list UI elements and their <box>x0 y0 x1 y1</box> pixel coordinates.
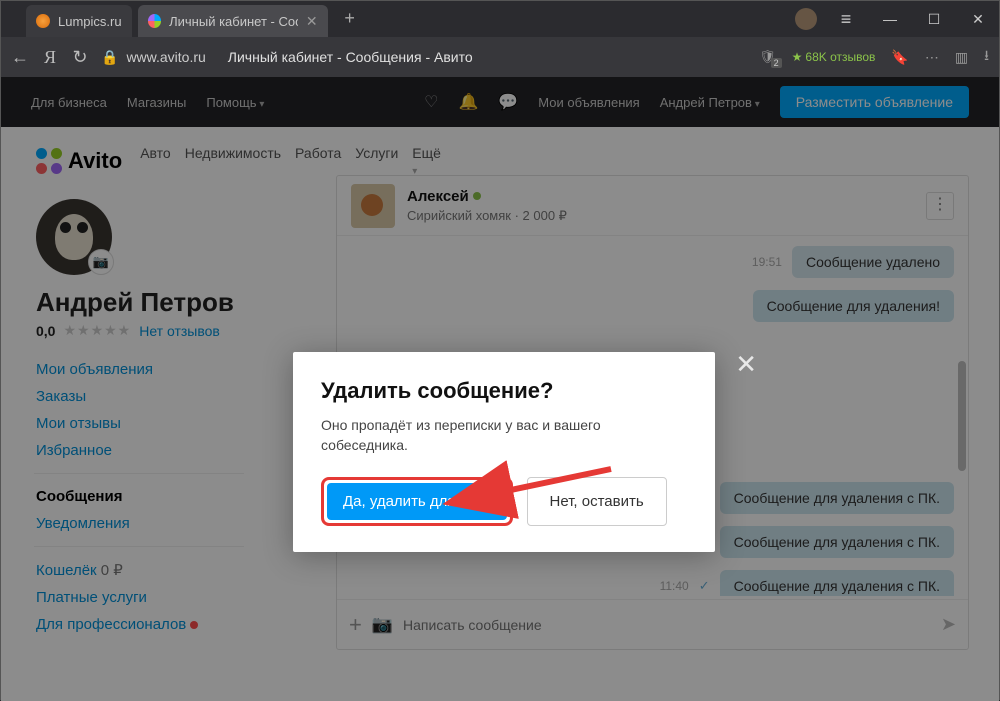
modal-title: Удалить сообщение? <box>321 378 687 404</box>
tutorial-highlight: Да, удалить для всех <box>321 477 513 526</box>
browser-titlebar: Lumpics.ru Личный кабинет - Соо ✕ + ≡ — … <box>1 1 999 37</box>
bookmark-icon[interactable]: 🔖 <box>891 49 908 66</box>
new-tab-button[interactable]: + <box>338 7 362 31</box>
modal-body: Оно пропадёт из переписки у вас и вашего… <box>321 416 687 455</box>
sidebar-icon[interactable]: ▥ <box>955 49 968 66</box>
tab-title: Личный кабинет - Соо <box>169 14 298 29</box>
browser-menu-icon[interactable]: ≡ <box>825 4 867 34</box>
nav-back-icon[interactable]: ← <box>11 47 29 68</box>
tab-lumpics[interactable]: Lumpics.ru <box>26 5 132 37</box>
page-title: Личный кабинет - Сообщения - Авито <box>228 49 473 65</box>
confirm-delete-button[interactable]: Да, удалить для всех <box>327 483 507 520</box>
content-wrap: Для бизнеса Магазины Помощь ♡ 🔔 💬 Мои об… <box>1 77 999 701</box>
tab-avito[interactable]: Личный кабинет - Соо ✕ <box>138 5 328 37</box>
close-tab-icon[interactable]: ✕ <box>306 13 318 30</box>
delete-message-modal: ✕ Удалить сообщение? Оно пропадёт из пер… <box>293 352 715 552</box>
extension-rating[interactable]: ★68K отзывов <box>792 50 876 64</box>
window-controls: ≡ — ☐ ✕ <box>795 4 999 34</box>
more-icon[interactable]: ⋯ <box>925 49 939 66</box>
address-bar: ← Я ↻ 🔒 www.avito.ru Личный кабинет - Со… <box>1 37 999 77</box>
window-maximize-icon[interactable]: ☐ <box>913 4 955 34</box>
window-minimize-icon[interactable]: — <box>869 4 911 34</box>
favicon-avito <box>148 14 162 28</box>
star-icon: ★ <box>792 50 803 64</box>
shield-icon[interactable]: 🛡2 <box>759 49 776 65</box>
url-text: www.avito.ru <box>126 49 205 65</box>
nav-reload-icon[interactable]: ↻ <box>71 47 89 68</box>
downloads-icon[interactable]: ⭳ <box>984 45 989 69</box>
yandex-icon[interactable]: Я <box>41 47 59 68</box>
cancel-delete-button[interactable]: Нет, оставить <box>527 477 667 526</box>
browser-profile-avatar[interactable] <box>795 8 817 30</box>
window-close-icon[interactable]: ✕ <box>957 4 999 34</box>
favicon-lumpics <box>36 14 50 28</box>
lock-icon: 🔒 <box>101 49 118 66</box>
url-box[interactable]: 🔒 www.avito.ru <box>101 49 206 66</box>
tab-title: Lumpics.ru <box>58 14 122 29</box>
modal-close-icon[interactable]: ✕ <box>735 349 757 380</box>
